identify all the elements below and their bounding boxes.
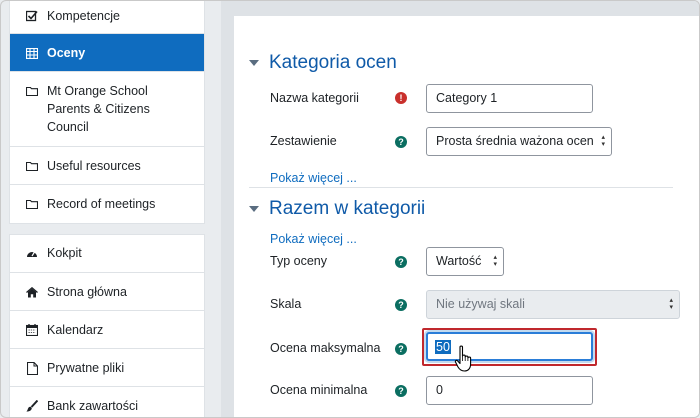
sidebar-item-kokpit[interactable]: Kokpit (10, 235, 204, 273)
help-icon[interactable]: ? (395, 299, 407, 311)
sidebar-item-label: Kalendarz (47, 323, 104, 337)
selected-text: 50 (435, 340, 451, 354)
min-grade-label: Ocena minimalna (270, 383, 368, 397)
course-nav: Kompetencje Oceny Mt Orange School Paren… (9, 1, 205, 224)
section-razem-header[interactable]: Razem w kategorii (249, 198, 425, 220)
required-icon[interactable]: ! (395, 92, 407, 104)
sidebar: Kompetencje Oceny Mt Orange School Paren… (9, 1, 205, 417)
sidebar-item-council[interactable]: Mt Orange School Parents & Citizens Coun… (10, 72, 204, 147)
sidebar-item-record-of-meetings[interactable]: Record of meetings (10, 185, 204, 223)
sidebar-item-label: Mt Orange School Parents & Citizens Coun… (47, 84, 150, 134)
sidebar-item-label: Useful resources (47, 159, 141, 173)
sidebar-item-label: Prywatne pliki (47, 361, 125, 375)
scale-label: Skala (270, 297, 302, 311)
sidebar-item-oceny[interactable]: Oceny (10, 34, 204, 72)
dashboard-icon (26, 244, 38, 262)
show-more-link[interactable]: Pokaż więcej ... (270, 232, 357, 246)
folder-icon (26, 195, 38, 213)
sidebar-item-label: Oceny (47, 46, 86, 60)
sidebar-item-label: Bank zawartości (47, 399, 139, 413)
sidebar-item-useful-resources[interactable]: Useful resources (10, 147, 204, 185)
sidebar-item-label: Record of meetings (47, 197, 156, 211)
aggregation-select[interactable]: Prosta średnia ważona ocen (426, 127, 612, 156)
help-icon[interactable]: ? (395, 343, 407, 355)
sidebar-item-prywatne-pliki[interactable]: Prywatne pliki (10, 349, 204, 387)
folder-icon (26, 82, 38, 100)
app-frame: Kompetencje Oceny Mt Orange School Paren… (0, 0, 700, 418)
folder-icon (26, 157, 38, 175)
home-icon (26, 283, 38, 301)
collapse-caret-icon (249, 60, 259, 66)
sidebar-item-label: Kompetencje (47, 9, 120, 23)
category-name-label: Nazwa kategorii (270, 91, 359, 105)
min-grade-input[interactable]: 0 (426, 376, 593, 405)
category-name-input[interactable]: Category 1 (426, 84, 593, 113)
site-nav: Kokpit Strona główna Kalendarz Prywatne … (9, 234, 205, 417)
calendar-icon (26, 321, 38, 339)
checkbox-icon (26, 7, 38, 25)
max-grade-label: Ocena maksymalna (270, 341, 381, 355)
max-grade-input[interactable]: 50 (426, 332, 593, 361)
sidebar-item-label: Kokpit (47, 246, 82, 260)
table-icon (26, 44, 38, 62)
sidebar-item-kompetencje[interactable]: Kompetencje (10, 1, 204, 34)
grade-type-select[interactable]: Wartość (426, 247, 504, 276)
section-divider (249, 187, 673, 188)
sidebar-item-kalendarz[interactable]: Kalendarz (10, 311, 204, 349)
grade-type-label: Typ oceny (270, 254, 327, 268)
section-kategoria-ocen-header[interactable]: Kategoria ocen (249, 52, 397, 74)
sidebar-item-bank-zawartosci[interactable]: Bank zawartości (10, 387, 204, 417)
paintbrush-icon (26, 397, 38, 415)
help-icon[interactable]: ? (395, 385, 407, 397)
sidebar-item-strona-glowna[interactable]: Strona główna (10, 273, 204, 311)
section-title: Razem w kategorii (269, 198, 426, 219)
collapse-caret-icon (249, 206, 259, 212)
section-title: Kategoria ocen (269, 52, 397, 73)
help-icon[interactable]: ? (395, 256, 407, 268)
scale-select: Nie używaj skali (426, 290, 680, 319)
aggregation-label: Zestawienie (270, 134, 337, 148)
help-icon[interactable]: ? (395, 136, 407, 148)
show-more-link[interactable]: Pokaż więcej ... (270, 171, 357, 185)
sidebar-item-label: Strona główna (47, 285, 127, 299)
file-icon (26, 359, 38, 377)
hand-cursor-icon (454, 345, 476, 373)
